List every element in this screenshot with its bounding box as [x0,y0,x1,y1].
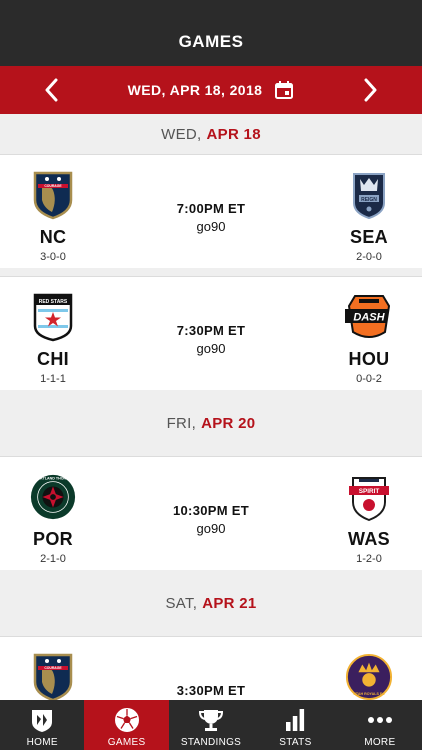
bar-chart-icon [286,709,305,731]
spirit-logo-icon: SPIRIT [345,471,393,523]
svg-text:DASH: DASH [353,312,385,324]
trophy-icon [199,710,224,731]
games-list[interactable]: WED, APR 18 COURAGE NC 3-0-0 7:00PM ET g… [0,114,422,700]
tab-home[interactable]: HOME [0,700,84,750]
svg-text:SPIRIT: SPIRIT [359,488,380,495]
tab-standings[interactable]: STANDINGS [169,700,253,750]
selected-date: WED, APR 18, 2018 [127,82,263,98]
svg-text:COURAGE: COURAGE [44,666,62,670]
calendar-icon[interactable] [274,80,294,100]
game-row[interactable]: PORTLAND THORNS POR 2-1-0 10:30PM ET go9… [0,456,422,570]
team-abbr: SEA [350,227,388,247]
team-abbr: WAS [348,529,390,549]
svg-text:PORTLAND THORNS: PORTLAND THORNS [35,477,72,481]
app-header: GAMES [0,0,422,66]
team-record: 1-2-0 [356,553,382,565]
team-record: 1-1-1 [40,373,66,385]
tab-label: STATS [279,737,312,748]
game-row[interactable]: COURAGE NC 3-0-0 7:00PM ET go90 REIGN SE… [0,154,422,268]
tab-stats[interactable]: STATS [253,700,337,750]
royals-logo-icon: UTAH ROYALS FC [345,651,393,700]
reign-logo-icon: REIGN [345,169,393,221]
game-row[interactable]: RED STARS CHI 1-1-1 7:30PM ET go90 DASH [0,276,422,390]
tab-label: STANDINGS [180,737,242,748]
day-header: FRI, APR 20 [166,414,256,432]
tab-more[interactable]: MORE [338,700,422,750]
away-team[interactable]: REIGN SEA 2-0-0 [324,169,414,263]
team-record: 2-1-0 [40,553,66,565]
svg-text:COURAGE: COURAGE [44,184,62,188]
dash-logo-icon: DASH [345,291,393,343]
league-logo-icon [32,710,53,732]
away-team[interactable]: UTAH ROYALS FC [324,651,414,700]
tab-bar: HOME GAMES STANDINGS STATS MORE [0,700,422,750]
date-selector-bar: WED, APR 18, 2018 [0,66,422,114]
team-record: 0-0-2 [356,373,382,385]
svg-text:UTAH ROYALS FC: UTAH ROYALS FC [353,692,385,696]
tab-label: HOME [26,737,58,748]
tab-games[interactable]: GAMES [84,700,169,750]
soccer-ball-icon [114,708,139,732]
away-team[interactable]: DASH HOU 0-0-2 [324,291,414,385]
game-row[interactable]: COURAGE 3:30PM ET UTAH ROYALS FC [0,636,422,700]
page-title: GAMES [178,32,244,51]
tab-label: MORE [364,737,396,748]
team-record: 2-0-0 [356,251,382,263]
team-abbr: HOU [348,349,390,369]
day-header: SAT, APR 21 [165,594,257,612]
svg-text:REIGN: REIGN [361,197,377,203]
svg-text:RED STARS: RED STARS [39,299,68,305]
tab-label: GAMES [107,737,146,748]
next-day-button[interactable] [346,66,396,114]
chevron-right-icon [364,78,377,102]
team-record: 3-0-0 [40,251,66,263]
day-header: WED, APR 18 [161,125,261,143]
more-dots-icon [367,717,392,723]
away-team[interactable]: SPIRIT WAS 1-2-0 [324,471,414,565]
